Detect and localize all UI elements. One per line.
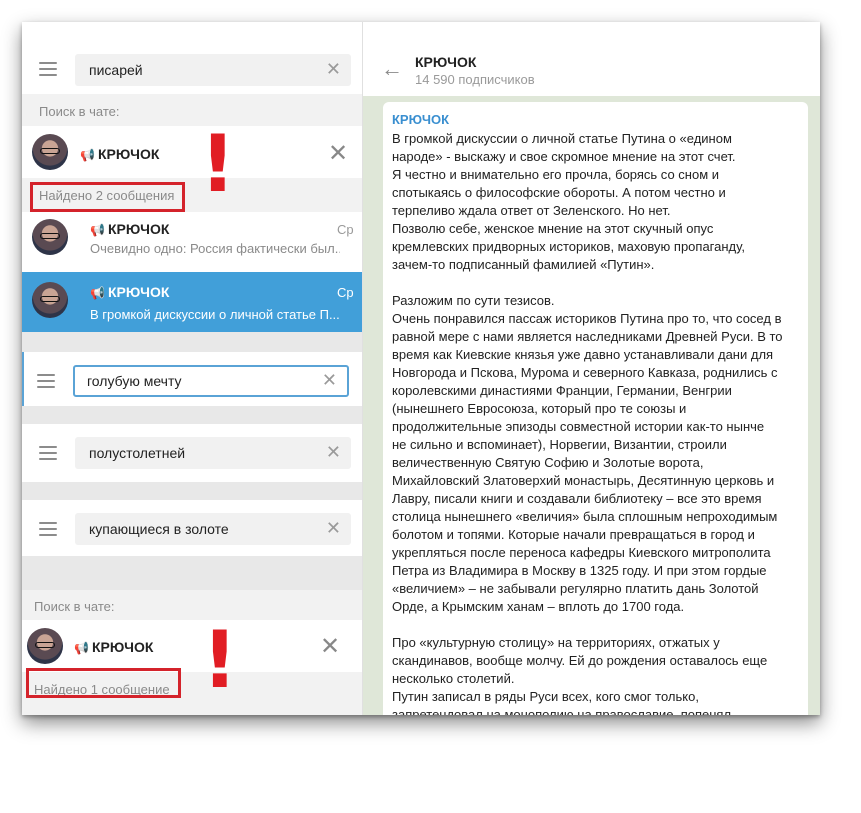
chat-search-channel[interactable]: 📢 КРЮЧОК ✕: [22, 126, 362, 178]
result-preview: В громкой дискуссии о личной статье П...: [90, 307, 340, 322]
exclamation-mark-2: !: [202, 616, 238, 706]
highlight-box-found-1: [26, 668, 181, 698]
search-input-3[interactable]: полустолетней ✕: [75, 437, 351, 469]
channel-view: ← КРЮЧОК 14 590 подписчиков КРЮЧОК В гро…: [362, 22, 820, 715]
result-preview: Очевидно одно: Россия фактически был...: [90, 241, 340, 256]
menu-icon[interactable]: [39, 446, 57, 460]
result-date: Ср: [337, 285, 354, 300]
menu-icon[interactable]: [37, 374, 55, 388]
search-panel-4: купающиеся в золоте ✕: [22, 500, 362, 556]
chat-search-label: Поиск в чате:: [22, 590, 362, 620]
search-input-value: купающиеся в золоте: [89, 521, 229, 537]
search-panel-1: писарей ✕ Поиск в чате: 📢 КРЮЧОК ✕ Найден…: [22, 22, 362, 332]
chat-search-channel[interactable]: 📢 КРЮЧОК ✕: [22, 620, 362, 672]
channel-avatar: [32, 282, 68, 318]
close-chat-search-icon[interactable]: ✕: [328, 142, 348, 166]
search-panel-3: полустолетней ✕: [22, 424, 362, 482]
channel-title[interactable]: КРЮЧОК: [415, 54, 476, 70]
screenshot-stage: писарей ✕ Поиск в чате: 📢 КРЮЧОК ✕ Найден…: [0, 0, 861, 813]
megaphone-icon: 📢: [74, 641, 89, 655]
search-panels-column: писарей ✕ Поиск в чате: 📢 КРЮЧОК ✕ Найден…: [22, 22, 362, 715]
megaphone-icon: 📢: [90, 223, 105, 237]
result-channel-name: 📢 КРЮЧОК: [90, 284, 170, 300]
clear-search-icon[interactable]: ✕: [326, 60, 341, 78]
menu-icon[interactable]: [39, 62, 57, 76]
chat-search-label: Поиск в чате:: [22, 94, 362, 126]
channel-header: ← КРЮЧОК 14 590 подписчиков: [363, 22, 820, 96]
search-panel-2: голубую мечту ✕: [22, 352, 362, 406]
message-bubble: КРЮЧОК В громкой дискуссии о личной стат…: [383, 102, 808, 715]
result-date: Ср: [337, 222, 354, 237]
channel-avatar: [32, 134, 68, 170]
channel-name: 📢 КРЮЧОК: [80, 146, 160, 162]
result-channel-name: 📢 КРЮЧОК: [90, 221, 170, 237]
channel-avatar: [27, 628, 63, 664]
channel-avatar: [32, 219, 68, 255]
search-input-4[interactable]: купающиеся в золоте ✕: [75, 513, 351, 545]
exclamation-mark-1: !: [200, 120, 236, 210]
subscriber-count: 14 590 подписчиков: [415, 72, 535, 87]
channel-name: 📢 КРЮЧОК: [74, 639, 154, 655]
highlight-box-found-2: [30, 182, 185, 212]
close-chat-search-icon[interactable]: ✕: [320, 635, 340, 659]
message-text: В громкой дискуссии о личной статье Пути…: [392, 131, 783, 715]
search-result-1[interactable]: 📢 КРЮЧОК Ср Очевидно одно: Россия фактиче…: [22, 212, 362, 262]
search-input-value: писарей: [89, 62, 143, 78]
clear-search-icon[interactable]: ✕: [322, 371, 337, 389]
back-arrow-icon[interactable]: ←: [381, 56, 403, 82]
megaphone-icon: 📢: [90, 286, 105, 300]
search-input-value: голубую мечту: [87, 373, 182, 389]
clear-search-icon[interactable]: ✕: [326, 443, 341, 461]
search-result-2-selected[interactable]: 📢 КРЮЧОК Ср В громкой дискуссии о личной …: [22, 272, 362, 332]
search-bar-1: писарей ✕: [22, 46, 362, 94]
search-input-1[interactable]: писарей ✕: [75, 54, 351, 86]
clear-search-icon[interactable]: ✕: [326, 519, 341, 537]
menu-icon[interactable]: [39, 522, 57, 536]
message-author[interactable]: КРЮЧОК: [392, 112, 449, 127]
search-input-2[interactable]: голубую мечту ✕: [73, 365, 349, 397]
search-input-value: полустолетней: [89, 445, 186, 461]
megaphone-icon: 📢: [80, 148, 95, 162]
